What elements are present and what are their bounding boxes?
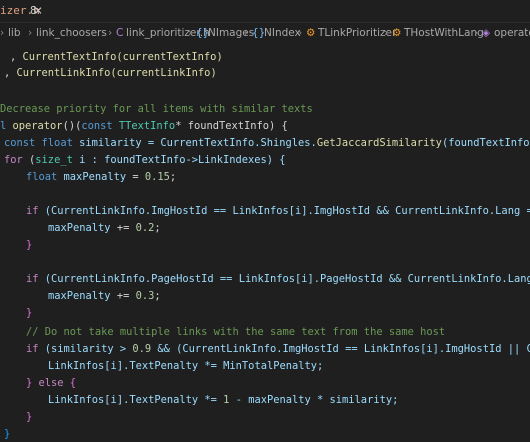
code-line: if (similarity > 0.9 && (CurrentLinkInfo… — [26, 343, 530, 355]
code-line: maxPenalty += 0.2; — [48, 222, 161, 234]
code-line: } — [26, 239, 33, 251]
code-line: float maxPenalty = 0.15; — [26, 171, 177, 183]
tab-bar: izer.h 8 × — [0, 0, 530, 23]
code-line: } else { — [26, 377, 77, 389]
code-line: if (CurrentLinkInfo.PageHostId == LinkIn… — [26, 273, 530, 285]
code-line: LinkInfos[i].TextPenalty *= 1 - maxPenal… — [48, 394, 399, 406]
code-line: l operator()(const TTextInfo* foundTextI… — [0, 120, 288, 132]
code-line: for (size_t i : foundTextInfo->LinkIndex… — [4, 154, 286, 166]
code-line: , CurrentTextInfo(currentTextInfo) — [10, 51, 223, 63]
tab-close-icon[interactable]: × — [34, 0, 42, 22]
code-line: } — [4, 428, 11, 440]
code-line: LinkInfos[i].TextPenalty *= MinTotalPena… — [48, 360, 324, 372]
code-line: } — [26, 307, 33, 319]
code-line: , CurrentLinkInfo(currentLinkInfo) — [4, 67, 217, 79]
code-comment: Decrease priority for all items with sim… — [0, 103, 313, 115]
code-editor[interactable]: , CurrentTextInfo(currentTextInfo) , Cur… — [0, 32, 530, 442]
code-line: maxPenalty += 0.3; — [48, 290, 161, 302]
code-comment: // Do not take multiple links with the s… — [26, 326, 446, 338]
code-line: if (CurrentLinkInfo.ImgHostId == LinkInf… — [26, 205, 530, 217]
code-line: const float similarity = CurrentTextInfo… — [4, 137, 530, 149]
code-line: } — [26, 411, 33, 423]
